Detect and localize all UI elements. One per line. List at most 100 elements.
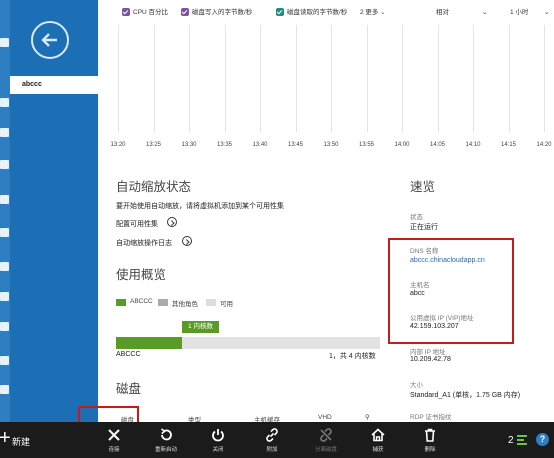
delete-button[interactable]: 删除	[415, 425, 445, 457]
chart-gridline	[153, 25, 155, 132]
rail-icon[interactable]	[0, 292, 9, 301]
arrow-circle-icon[interactable]	[182, 236, 192, 246]
usage-legend-other: 其他角色	[172, 301, 198, 308]
restart-button[interactable]: 重新启动	[151, 425, 181, 457]
shutdown-button[interactable]: 关闭	[203, 425, 233, 457]
autoscale-log-link[interactable]: 自动缩放操作日志	[116, 238, 172, 248]
configure-availability-set-link[interactable]: 配置可用性集	[116, 219, 158, 229]
rdp-thumbprint-label: RDP 证书指纹	[410, 414, 452, 421]
range-chevron-icon[interactable]: ⌄	[544, 8, 549, 17]
notification-count[interactable]: 2	[508, 435, 514, 446]
capture-icon	[371, 428, 385, 442]
connect-icon	[108, 429, 120, 441]
size-label: 大小	[410, 382, 423, 389]
new-button[interactable]: + 新建	[0, 422, 50, 458]
restart-label: 重新启动	[154, 447, 177, 453]
usage-summary: 1，共 4 内核数	[329, 353, 376, 360]
plus-icon: +	[0, 427, 11, 449]
delete-label: 删除	[424, 447, 436, 453]
back-arrow-icon	[41, 33, 57, 47]
disks-title: 磁盘	[116, 382, 142, 396]
attach-button[interactable]: 附加	[257, 425, 287, 457]
back-button[interactable]	[31, 21, 69, 59]
internal-ip-label: 内部 IP 地址	[410, 349, 446, 356]
rail-icon[interactable]	[0, 356, 9, 365]
activity-icon[interactable]	[517, 435, 527, 445]
x-tick-label: 14:00	[394, 142, 410, 148]
rail-icon[interactable]	[0, 160, 9, 169]
chart-gridline	[437, 25, 439, 132]
range-label: 1 小时	[510, 9, 529, 16]
more-metrics-dropdown[interactable]: 2 更多 ⌄	[360, 8, 385, 18]
chart-gridline	[118, 25, 119, 132]
range-dropdown[interactable]: 1 小时	[510, 8, 528, 17]
legend-disk-write: 磁盘写入的字节数/秒	[192, 9, 253, 16]
status-value: 正在运行	[410, 224, 438, 231]
chart-gridline	[402, 25, 403, 132]
chart-gridline	[473, 25, 474, 132]
x-tick-label: 13:45	[287, 142, 304, 148]
disks-col-vhd: VHD	[318, 414, 332, 421]
link-icon	[266, 428, 278, 442]
disk-read-checkbox[interactable]	[276, 8, 284, 16]
x-tick-label: 14:15	[500, 142, 517, 148]
status-label: 状态	[410, 214, 423, 221]
help-icon[interactable]: ?	[536, 433, 549, 446]
x-tick-label: 13:30	[181, 142, 197, 148]
quick-glance-title: 速览	[410, 180, 436, 194]
usage-legend-abccc: ABCCC	[130, 298, 153, 305]
legend-swatch-available	[206, 299, 216, 306]
capture-button[interactable]: 捕获	[363, 425, 393, 457]
legend-swatch-other	[158, 299, 168, 306]
x-tick-label: 13:35	[216, 142, 233, 148]
mode-dropdown[interactable]: 相对	[436, 8, 449, 17]
core-count-badge: 1 内核数	[182, 321, 219, 333]
rail-icon[interactable]	[0, 228, 9, 237]
rail-icon[interactable]	[0, 128, 9, 137]
cpu-checkbox[interactable]	[122, 8, 130, 16]
legend-disk-read: 磁盘读取的字节数/秒	[287, 9, 348, 16]
capture-label: 捕获	[372, 447, 384, 453]
chart-legend-bar: CPU 百分比 磁盘写入的字节数/秒 磁盘读取的字节数/秒 2 更多 ⌄ 相对 …	[110, 0, 554, 25]
mode-label: 相对	[436, 9, 449, 16]
usage-row-name: ABCCC	[116, 351, 141, 358]
arrow-circle-icon[interactable]	[167, 217, 177, 227]
mode-chevron-icon[interactable]: ⌄	[482, 8, 487, 17]
chart-gridline	[331, 25, 332, 132]
chart-gridline	[295, 25, 297, 132]
autoscale-desc: 要开始使用自动缩放，请将虚拟机添加到某个可用性集	[116, 203, 284, 210]
rail-icon[interactable]	[0, 385, 9, 394]
x-tick-label: 13:20	[110, 142, 126, 148]
shutdown-label: 关闭	[212, 447, 224, 453]
trash-icon	[425, 428, 435, 442]
nav-panel: abccc	[10, 0, 98, 422]
usage-legend-available: 可用	[220, 301, 233, 308]
detach-disk-label: 分离磁盘	[314, 447, 337, 453]
unlink-icon	[320, 428, 332, 442]
search-icon[interactable]: ⚲	[365, 413, 370, 421]
detach-disk-button[interactable]: 分离磁盘	[311, 425, 341, 457]
rail-icon[interactable]	[0, 195, 9, 204]
metrics-chart: 13:20 13:25 13:30 13:35 13:40 13:45 13:50 13:55…	[110, 25, 554, 155]
chart-gridline	[260, 25, 261, 132]
rail-icon[interactable]	[0, 322, 9, 331]
x-tick-label: 14:05	[429, 142, 446, 148]
disk-write-checkbox[interactable]	[181, 8, 189, 16]
rail-icon[interactable]	[0, 38, 9, 47]
connect-label: 连接	[108, 447, 120, 453]
nav-item-abccc[interactable]: abccc	[10, 76, 98, 94]
new-label: 新建	[12, 437, 31, 447]
restart-icon	[161, 428, 172, 441]
more-metrics-label: 2 更多	[360, 9, 379, 16]
attach-label: 附加	[266, 447, 278, 453]
legend-swatch-abccc	[116, 299, 126, 306]
x-tick-label: 13:40	[252, 142, 268, 148]
command-bar: + 新建 连接 重新启动 关闭 附加 分离磁盘 捕获 删除 2 ?	[0, 422, 554, 458]
rail-icon[interactable]	[0, 262, 9, 271]
legend-cpu: CPU 百分比	[133, 9, 169, 16]
connect-button[interactable]: 连接	[99, 425, 129, 457]
chevron-down-icon: ⌄	[380, 10, 386, 16]
chart-gridline	[189, 25, 190, 132]
left-icon-rail	[0, 0, 10, 422]
rail-icon[interactable]	[0, 98, 9, 107]
